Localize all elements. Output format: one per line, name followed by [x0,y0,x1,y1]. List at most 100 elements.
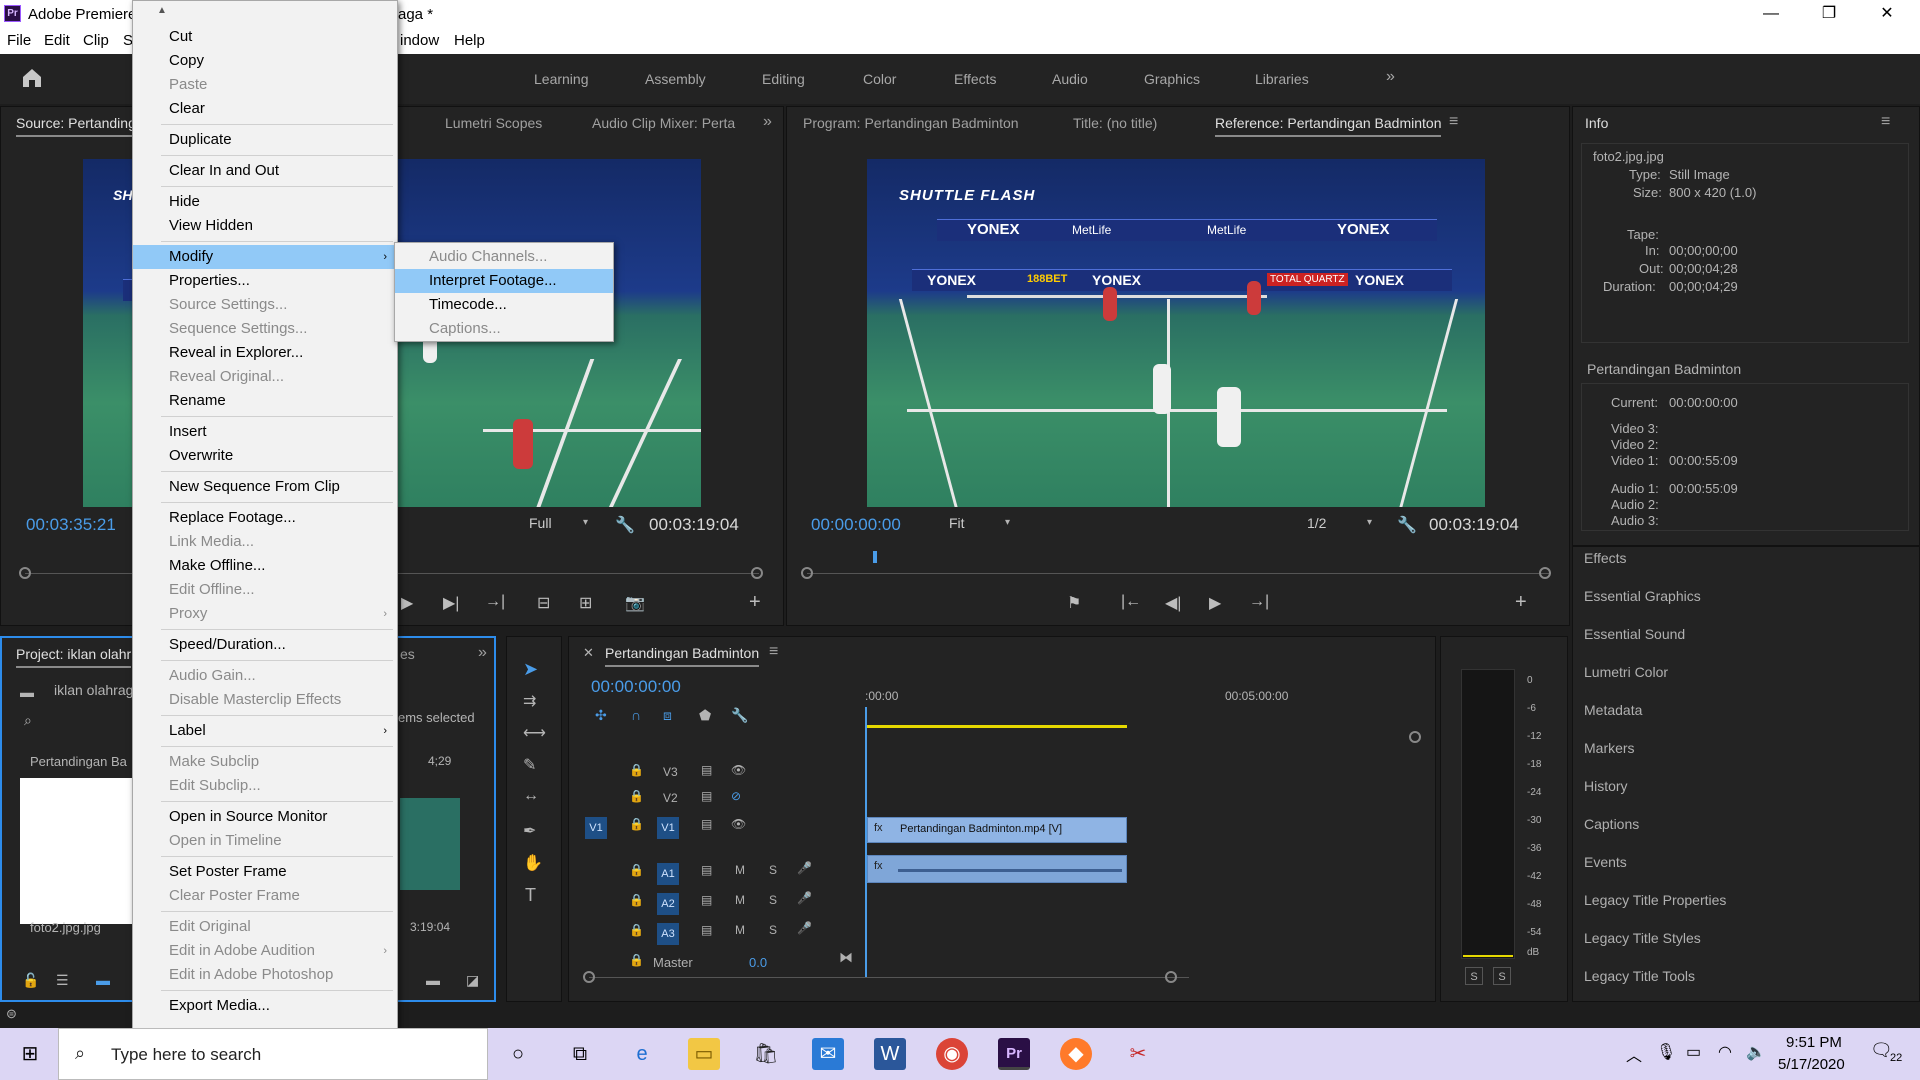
timeline-zoom-handle-right[interactable] [1165,971,1177,983]
work-area-bar[interactable] [865,725,1127,728]
workspace-learning[interactable]: Learning [534,71,589,87]
play-icon[interactable]: ▶ [401,593,413,613]
context-menu-item[interactable]: Edit in Adobe Audition › [133,939,397,963]
panel-overflow-icon[interactable]: » [763,113,772,131]
tab-audio-clip-mixer[interactable]: Audio Clip Mixer: Perta [592,115,735,131]
solo-button[interactable]: S [769,863,777,877]
search-icon[interactable]: ⌕ [24,712,32,729]
panel-history[interactable]: History [1584,778,1628,794]
wifi-icon[interactable]: ◠ [1718,1042,1732,1062]
add-button-icon[interactable]: + [749,591,761,614]
menu-icon[interactable]: ≡ [769,643,778,661]
project-item-2-name[interactable]: foto2.jpg.jpg [30,920,101,935]
context-menu-item[interactable]: Clear Poster Frame [133,884,397,908]
eye-hidden-icon[interactable]: ⊘ [731,789,741,803]
menu-icon[interactable]: ≡ [1449,113,1458,131]
track-label-v3[interactable]: V3 [663,765,678,779]
workspace-libraries[interactable]: Libraries [1255,71,1309,87]
app-orange-icon[interactable]: ◆ [1060,1038,1092,1070]
store-icon[interactable]: 🛍 [750,1038,782,1070]
windows-start-icon[interactable]: ⊞ [14,1038,46,1070]
step-forward-icon[interactable]: ▶| [443,593,459,613]
go-to-in-icon[interactable]: |← [1121,593,1141,611]
context-menu-item[interactable]: Hide [133,190,397,214]
ripple-edit-tool-icon[interactable]: ⟷ [523,723,546,743]
context-menu-item[interactable]: Properties... [133,269,397,293]
wrench-icon[interactable]: 🔧 [731,707,748,724]
premiere-taskbar-icon[interactable]: Pr [998,1038,1030,1070]
track-lock-icon[interactable]: 🔒 [629,863,644,877]
source-timecode[interactable]: 00:03:35:21 [26,515,116,535]
task-view-icon[interactable]: ⧉ [564,1038,596,1070]
context-menu-item[interactable]: Modify › [133,245,397,269]
track-lock-icon[interactable]: 🔒 [629,789,644,803]
panel-effects[interactable]: Effects [1584,550,1627,566]
context-menu-item[interactable]: Export Media... [133,994,397,1018]
workspace-assembly[interactable]: Assembly [645,71,706,87]
home-icon[interactable] [20,66,44,90]
track-select-tool-icon[interactable]: ⇉ [523,691,536,711]
context-menu-item[interactable]: Audio Gain... [133,664,397,688]
project-thumbnail-sequence[interactable] [400,798,460,890]
track-label-a2[interactable]: A2 [657,893,679,915]
track-lock-icon[interactable]: 🔒 [629,763,644,777]
panel-events[interactable]: Events [1584,854,1627,870]
source-quality-select[interactable]: Full [529,515,552,531]
menu-edit[interactable]: Edit [44,32,70,49]
nest-icon[interactable]: ⧈ [663,707,672,724]
track-label-a1[interactable]: A1 [657,863,679,885]
track-label-a3[interactable]: A3 [657,923,679,945]
battery-icon[interactable]: ▭ [1686,1042,1701,1062]
panel-captions[interactable]: Captions [1584,816,1639,832]
tab-reference[interactable]: Reference: Pertandingan Badminton [1215,115,1442,137]
wrench-icon[interactable]: 🔧 [1397,515,1417,535]
panel-overflow-icon[interactable]: » [478,644,487,662]
menu-scroll-up-icon[interactable]: ▲ [157,5,167,16]
program-fit-select[interactable]: Fit [949,515,965,531]
menu-window[interactable]: indow [400,32,439,49]
tab-program[interactable]: Program: Pertandingan Badminton [803,115,1019,131]
program-playhead[interactable] [873,551,877,563]
sync-lock-icon[interactable]: ▤ [701,863,712,877]
step-back-icon[interactable]: ◀| [1165,593,1181,613]
context-menu-item[interactable]: Make Subclip [133,750,397,774]
go-to-out-icon[interactable]: →| [485,593,505,611]
timeline-timecode[interactable]: 00:00:00:00 [591,677,681,697]
context-menu-item[interactable]: Speed/Duration... [133,633,397,657]
sync-lock-icon[interactable]: ▤ [701,789,712,803]
meter-solo-left-button[interactable]: S [1465,967,1483,985]
mute-button[interactable]: M [735,863,745,877]
context-menu-item[interactable]: View Hidden [133,214,397,238]
list-view-icon[interactable]: ☰ [56,972,69,989]
project-item-1-name[interactable]: Pertandingan Ba [30,754,127,769]
marker-icon[interactable]: ⚑ [1067,593,1081,613]
slip-tool-icon[interactable]: ↔ [523,787,539,805]
context-menu-item[interactable]: Rename [133,389,397,413]
snap-icon[interactable]: ✣ [595,707,607,724]
workspace-overflow-icon[interactable]: » [1386,68,1395,86]
workspace-color[interactable]: Color [863,71,896,87]
vertical-zoom-handle[interactable] [1409,731,1421,743]
sync-lock-icon[interactable]: ▤ [701,923,712,937]
source-zoom-handle-left[interactable] [19,567,31,579]
context-menu-item[interactable]: Reveal Original... [133,365,397,389]
edge-icon[interactable]: e [626,1038,658,1070]
lock-icon[interactable]: 🔓 [22,972,39,989]
master-audio-icon[interactable]: ⧓ [839,949,853,966]
context-menu-item[interactable]: Edit in Adobe Photoshop [133,963,397,987]
clip-video-v1[interactable]: fx Pertandingan Badminton.mp4 [V] [867,817,1127,843]
chevron-down-icon[interactable]: ▾ [583,517,588,528]
program-zoom-handle-left[interactable] [801,567,813,579]
play-icon[interactable]: ▶ [1209,593,1221,613]
panel-essential-sound[interactable]: Essential Sound [1584,626,1685,642]
clock-time[interactable]: 9:51 PM [1786,1034,1842,1051]
source-zoom-handle-right[interactable] [751,567,763,579]
add-marker-icon[interactable]: ⬟ [699,707,711,724]
type-tool-icon[interactable]: T [525,885,536,906]
new-item-icon[interactable]: ◪ [466,972,479,989]
clock-date[interactable]: 5/17/2020 [1778,1056,1845,1073]
source-patch-v1[interactable]: V1 [585,817,607,839]
workspace-effects[interactable]: Effects [954,71,997,87]
context-menu-item[interactable]: Link Media... [133,530,397,554]
wrench-icon[interactable]: 🔧 [615,515,635,535]
